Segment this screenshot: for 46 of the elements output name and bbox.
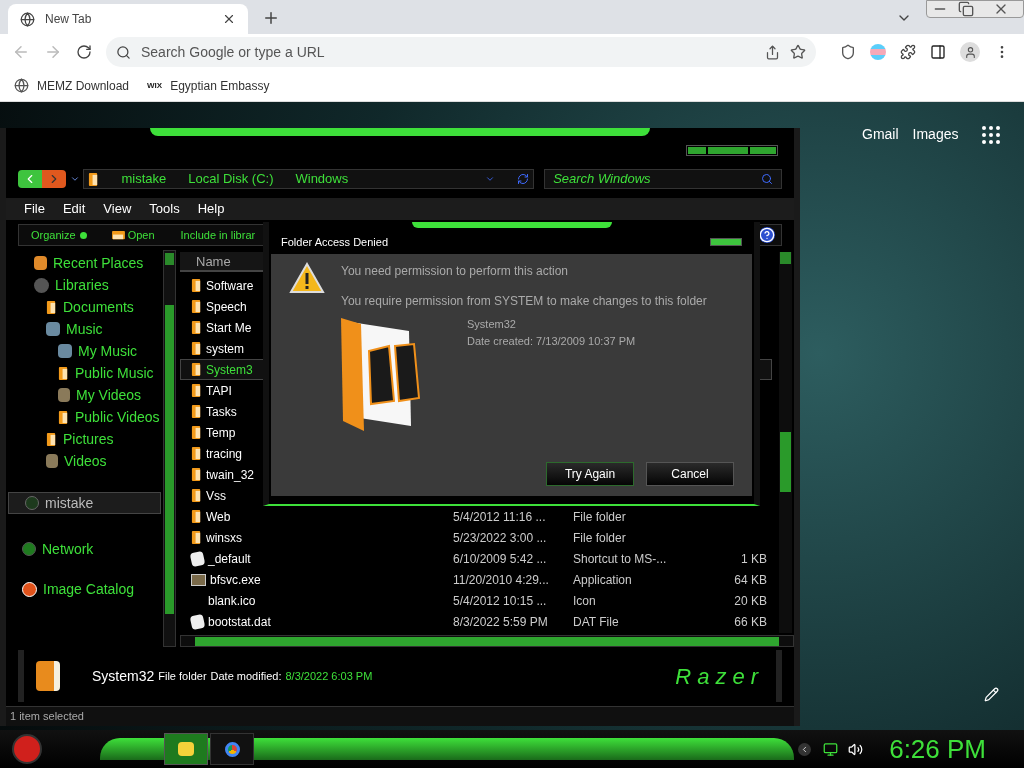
file-name: Speech <box>206 298 247 316</box>
file-name: twain_32 <box>206 466 255 484</box>
type-cell-text: Icon <box>573 592 597 610</box>
bookmark-logo: WIX <box>147 79 163 92</box>
file-name: bootstat.dat <box>208 613 271 631</box>
file-name: Start Me <box>206 319 252 337</box>
date-cell-text: 6/10/2009 5:42 ... <box>453 550 548 568</box>
size-cell-text: 66 KB <box>733 613 768 631</box>
type-cell-text: Application <box>573 571 633 589</box>
file-name: _default <box>208 550 251 568</box>
dialog-message: You need permission to perform this action <box>341 263 569 280</box>
file-name: tracing <box>206 445 243 463</box>
file-name: TAPI <box>206 382 232 400</box>
file-name: blank.ico <box>208 592 256 610</box>
dialog-detail: You require permission from SYSTEM to make changes to this folder <box>341 293 707 310</box>
file-name: System3 <box>206 361 253 379</box>
file-name: Tasks <box>206 403 237 421</box>
file-name: bfsvc.exe <box>210 571 261 589</box>
size-cell-text: 20 KB <box>733 592 768 610</box>
details-type: File folder <box>158 668 207 684</box>
status-text: 1 item selected <box>10 709 84 725</box>
type-cell-text: File folder <box>573 529 627 547</box>
size-cell-text: 1 KB <box>740 550 768 568</box>
file-name: Vss <box>206 487 226 505</box>
date-cell-text: 5/4/2012 11:16 ... <box>453 508 547 526</box>
details-date: 8/3/2022 6:03 PM <box>285 668 373 684</box>
dialog-title: Folder Access Denied <box>281 234 389 250</box>
details-name: System32 <box>92 666 155 686</box>
brand-logo: Razer <box>675 662 764 691</box>
tab-title: New Tab <box>45 11 93 28</box>
details-label: Date modified: <box>210 668 282 684</box>
date-cell-text: 11/20/2010 4:29... <box>453 571 550 589</box>
type-cell-text: DAT File <box>573 613 620 631</box>
size-cell-text: 64 KB <box>733 571 768 589</box>
date-cell-text: 5/23/2022 3:00 ... <box>453 529 548 547</box>
type-cell-text: Shortcut to MS-... <box>573 550 668 568</box>
file-name: winsxs <box>206 529 242 547</box>
folder-name: System32 <box>467 317 517 332</box>
file-name: Software <box>206 277 254 295</box>
file-name: system <box>206 340 244 358</box>
file-name: Temp <box>206 424 236 442</box>
file-name: Web <box>206 508 231 526</box>
type-cell-text: File folder <box>573 508 627 526</box>
folder-date: Date created: 7/13/2009 10:37 PM <box>467 333 636 349</box>
date-cell-text: 5/4/2012 10:15 ... <box>453 592 548 610</box>
date-cell-text: 8/3/2022 5:59 PM <box>453 613 549 631</box>
